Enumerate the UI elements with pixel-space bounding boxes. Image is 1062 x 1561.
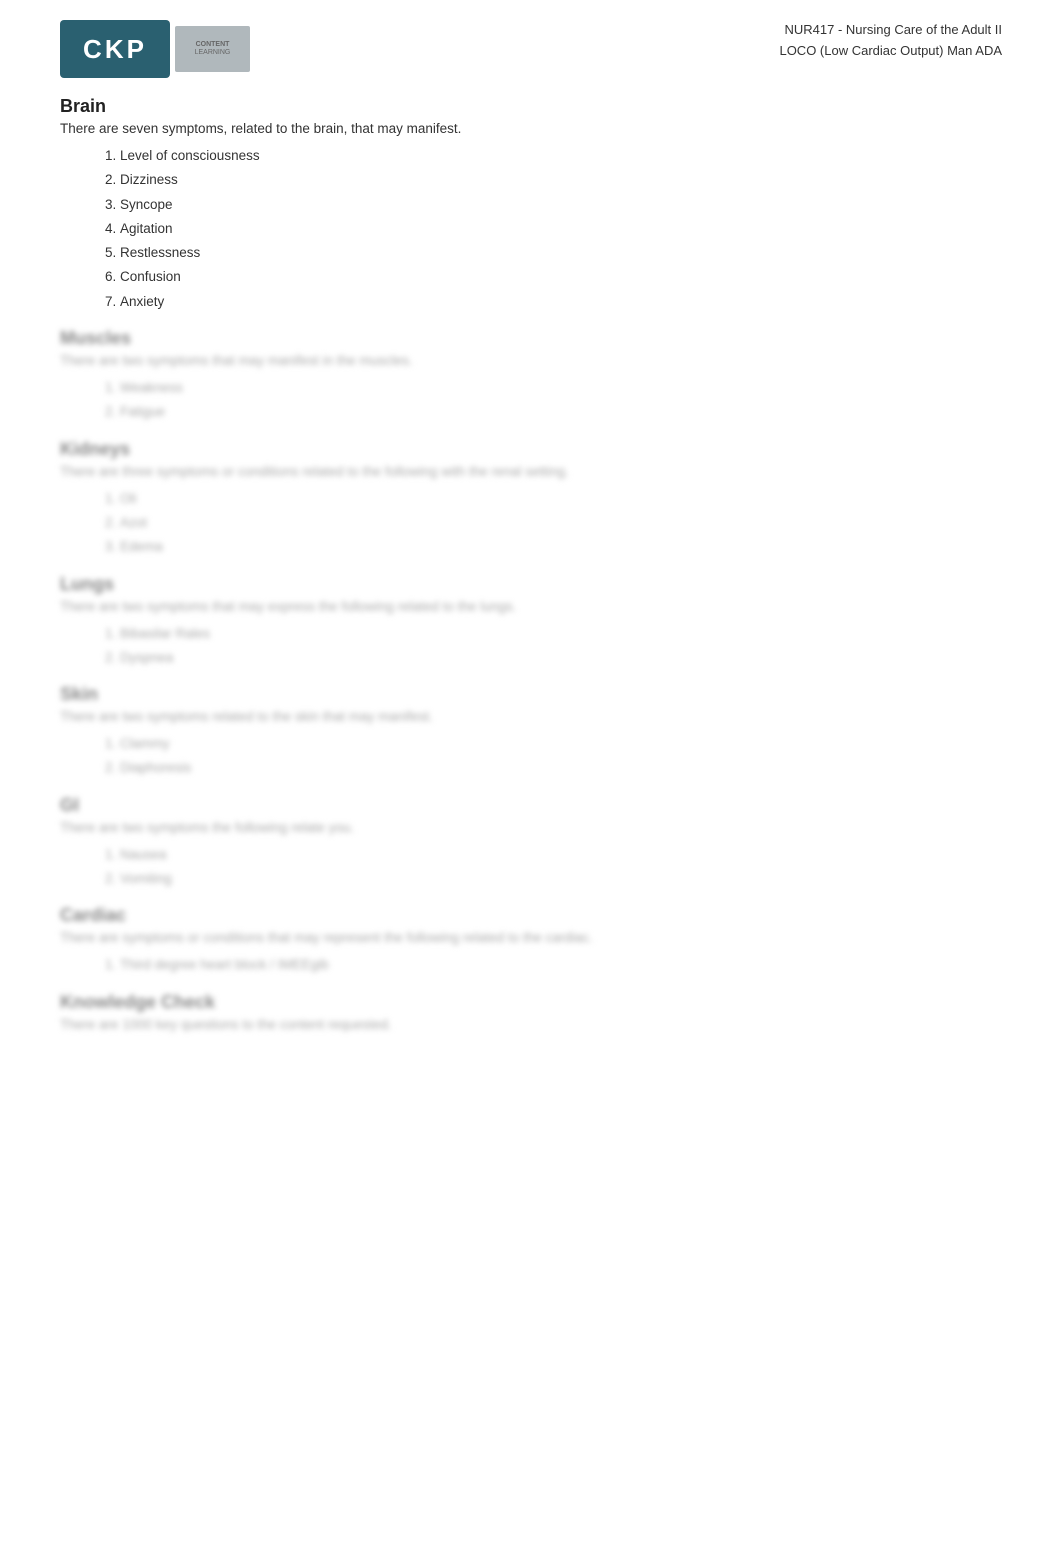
list-item: Bibasilar Rales — [120, 622, 1002, 646]
list-item: Nausea — [120, 843, 1002, 867]
logo-text: CKP — [83, 34, 147, 65]
cardiac-title: Cardiac — [60, 905, 1002, 926]
list-item: Edema — [120, 535, 1002, 559]
brain-description: There are seven symptoms, related to the… — [60, 121, 1002, 136]
cardiac-description: There are symptoms or conditions that ma… — [60, 930, 1002, 945]
list-item: Diaphoresis — [120, 756, 1002, 780]
course-line1: NUR417 - Nursing Care of the Adult II — [779, 20, 1002, 41]
kidneys-title: Kidneys — [60, 439, 1002, 460]
gi-title: GI — [60, 795, 1002, 816]
list-item: Level of consciousness — [120, 144, 1002, 168]
skin-description: There are two symptoms related to the sk… — [60, 709, 1002, 724]
logo-area: CKP CONTENT LEARNING — [60, 20, 170, 78]
muscles-description: There are two symptoms that may manifest… — [60, 353, 1002, 368]
cardiac-symptoms-list: Third degree heart block / IMEEgib — [120, 953, 1002, 977]
cardiac-section: Cardiac There are symptoms or conditions… — [60, 905, 1002, 977]
gi-description: There are two symptoms the following rel… — [60, 820, 1002, 835]
lungs-symptoms-list: Bibasilar Rales Dyspnea — [120, 622, 1002, 671]
lungs-title: Lungs — [60, 574, 1002, 595]
list-item: Oli — [120, 487, 1002, 511]
page-header: CKP CONTENT LEARNING NUR417 - Nursing Ca… — [60, 20, 1002, 78]
list-item: Clammy — [120, 732, 1002, 756]
list-item: Anxiety — [120, 290, 1002, 314]
gi-symptoms-list: Nausea Vomiting — [120, 843, 1002, 892]
brain-section: Brain There are seven symptoms, related … — [60, 96, 1002, 314]
knowledge-check-title: Knowledge Check — [60, 992, 1002, 1013]
muscles-title: Muscles — [60, 328, 1002, 349]
list-item: Azot — [120, 511, 1002, 535]
kidneys-symptoms-list: Oli Azot Edema — [120, 487, 1002, 560]
skin-symptoms-list: Clammy Diaphoresis — [120, 732, 1002, 781]
knowledge-check-section: Knowledge Check There are 1000 key quest… — [60, 992, 1002, 1032]
kidneys-description: There are three symptoms or conditions r… — [60, 464, 1002, 479]
list-item: Agitation — [120, 217, 1002, 241]
gi-section: GI There are two symptoms the following … — [60, 795, 1002, 892]
muscles-section: Muscles There are two symptoms that may … — [60, 328, 1002, 425]
kidneys-section: Kidneys There are three symptoms or cond… — [60, 439, 1002, 560]
skin-title: Skin — [60, 684, 1002, 705]
skin-section: Skin There are two symptoms related to t… — [60, 684, 1002, 781]
lungs-description: There are two symptoms that may express … — [60, 599, 1002, 614]
brain-symptoms-list: Level of consciousness Dizziness Syncope… — [120, 144, 1002, 314]
list-item: Dyspnea — [120, 646, 1002, 670]
course-info: NUR417 - Nursing Care of the Adult II LO… — [779, 20, 1002, 62]
list-item: Weakness — [120, 376, 1002, 400]
lungs-section: Lungs There are two symptoms that may ex… — [60, 574, 1002, 671]
course-line2: LOCO (Low Cardiac Output) Man ADA — [779, 41, 1002, 62]
list-item: Syncope — [120, 193, 1002, 217]
list-item: Vomiting — [120, 867, 1002, 891]
list-item: Restlessness — [120, 241, 1002, 265]
knowledge-check-description: There are 1000 key questions to the cont… — [60, 1017, 1002, 1032]
muscles-symptoms-list: Weakness Fatigue — [120, 376, 1002, 425]
list-item: Fatigue — [120, 400, 1002, 424]
brain-title: Brain — [60, 96, 1002, 117]
list-item: Third degree heart block / IMEEgib — [120, 953, 1002, 977]
list-item: Dizziness — [120, 168, 1002, 192]
list-item: Confusion — [120, 265, 1002, 289]
